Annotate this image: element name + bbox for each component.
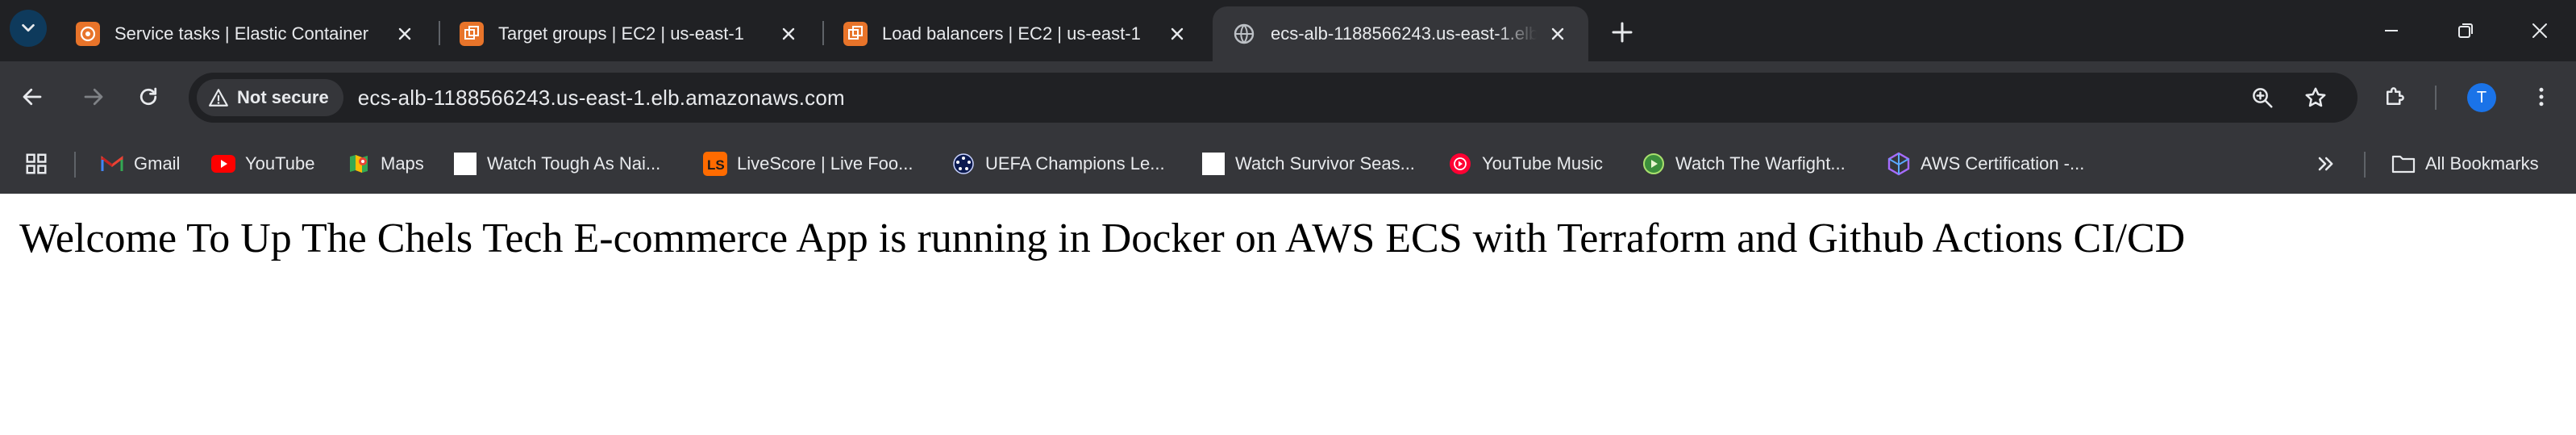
bookmark-warfighter[interactable]: Watch The Warfight... xyxy=(1642,134,1846,194)
bookmark-uefa[interactable]: UEFA Champions Le... xyxy=(951,134,1165,194)
ec2-icon xyxy=(843,22,868,46)
bookmarks-divider xyxy=(2364,152,2366,178)
tab-title: Service tasks | Elastic Container xyxy=(114,23,369,44)
close-icon xyxy=(2532,23,2547,38)
tab-load-balancers[interactable]: Load balancers | EC2 | us-east-1 xyxy=(824,6,1208,61)
more-vertical-icon xyxy=(2539,87,2544,107)
ecs-icon xyxy=(76,22,100,46)
bookmarks-overflow-button[interactable] xyxy=(2314,134,2337,194)
youtube-icon xyxy=(211,152,235,176)
bookmark-youtube-music[interactable]: YouTube Music xyxy=(1448,134,1603,194)
reload-button[interactable] xyxy=(129,77,168,116)
page-content: Welcome To Up The Chels Tech E-commerce … xyxy=(0,194,2576,435)
play-circle-icon xyxy=(1642,152,1666,176)
forward-button[interactable] xyxy=(74,77,113,116)
security-chip-label: Not secure xyxy=(237,87,329,107)
ec2-icon xyxy=(460,22,484,46)
restore-button[interactable] xyxy=(2449,16,2482,45)
livescore-icon: LS xyxy=(703,152,727,176)
menu-button[interactable] xyxy=(2522,77,2561,116)
tab-close-button[interactable] xyxy=(777,23,800,45)
close-window-button[interactable] xyxy=(2524,16,2556,45)
page-heading: Welcome To Up The Chels Tech E-commerce … xyxy=(19,215,2186,261)
tab-close-button[interactable] xyxy=(1166,23,1188,45)
globe-icon xyxy=(1234,23,1255,44)
reload-icon xyxy=(139,87,157,106)
browser-chrome: Service tasks | Elastic Container Target… xyxy=(0,0,2576,194)
bookmark-label: Watch The Warfight... xyxy=(1675,153,1846,174)
site-security-chip[interactable]: Not secure xyxy=(197,79,343,116)
star-icon xyxy=(2305,87,2326,107)
double-chevron-right-icon xyxy=(2318,157,2333,171)
tab-strip: Service tasks | Elastic Container Target… xyxy=(0,0,2576,61)
bookmarks-divider xyxy=(74,152,76,178)
youtube-music-icon xyxy=(1448,152,1472,176)
puzzle-icon xyxy=(2387,87,2404,105)
tab-search-button[interactable] xyxy=(10,10,47,47)
chevron-down-icon xyxy=(22,23,35,32)
blank-page-icon xyxy=(1201,152,1226,176)
uefa-icon xyxy=(951,152,976,176)
apps-button[interactable] xyxy=(24,134,48,194)
svg-text:LS: LS xyxy=(707,157,725,173)
bookmark-label: YouTube Music xyxy=(1482,153,1604,174)
warning-triangle-icon xyxy=(209,89,228,107)
close-icon xyxy=(398,27,411,40)
back-button[interactable] xyxy=(13,77,52,116)
toolbar-divider xyxy=(2435,86,2437,110)
close-icon xyxy=(1171,27,1184,40)
apps-grid-icon xyxy=(26,153,47,174)
bookmark-label: Maps xyxy=(381,153,424,174)
zoom-in-icon xyxy=(2253,88,2273,108)
tab-title: Target groups | EC2 | us-east-1 xyxy=(498,23,744,44)
bookmark-livescore[interactable]: LS LiveScore | Live Foo... xyxy=(703,134,913,194)
folder-icon xyxy=(2391,152,2416,176)
toolbar: Not secure ecs-alb-1188566243.us-east-1.… xyxy=(0,61,2576,134)
arrow-right-icon xyxy=(84,88,103,106)
tab-target-groups[interactable]: Target groups | EC2 | us-east-1 xyxy=(440,6,819,61)
url-text[interactable]: ecs-alb-1188566243.us-east-1.elb.amazona… xyxy=(358,86,845,111)
aws-cert-icon xyxy=(1887,152,1911,176)
bookmark-label: Watch Tough As Nai... xyxy=(487,153,661,174)
profile-avatar[interactable]: T xyxy=(2467,83,2496,112)
bookmark-label: AWS Certification -... xyxy=(1921,153,2085,174)
maps-icon xyxy=(347,152,371,176)
tab-close-button[interactable] xyxy=(393,23,416,45)
bookmark-label: LiveScore | Live Foo... xyxy=(737,153,913,174)
bookmark-label: Watch Survivor Seas... xyxy=(1235,153,1415,174)
tab-alb-active[interactable]: ecs-alb-1188566243.us-east-1.elb.amazona… xyxy=(1213,6,1588,61)
all-bookmarks-label: All Bookmarks xyxy=(2425,153,2539,174)
close-icon xyxy=(1551,27,1564,40)
bookmark-gmail[interactable]: Gmail xyxy=(100,134,180,194)
bookmark-maps[interactable]: Maps xyxy=(347,134,424,194)
bookmark-star-button[interactable] xyxy=(2296,73,2335,123)
zoom-button[interactable] xyxy=(2243,73,2282,123)
bookmark-label: UEFA Champions Le... xyxy=(985,153,1165,174)
bookmark-youtube[interactable]: YouTube xyxy=(211,134,314,194)
close-icon xyxy=(782,27,795,40)
bookmark-label: Gmail xyxy=(134,153,181,174)
tab-title: ecs-alb-1188566243.us-east-1.elb.amazona… xyxy=(1271,23,1537,44)
gmail-icon xyxy=(100,152,124,176)
address-bar[interactable]: Not secure ecs-alb-1188566243.us-east-1.… xyxy=(189,73,2358,123)
bookmarks-bar: Gmail YouTube Maps Watch Tough As Nai...… xyxy=(0,134,2576,194)
minimize-button[interactable] xyxy=(2375,16,2407,45)
bookmark-survivor[interactable]: Watch Survivor Seas... xyxy=(1201,134,1415,194)
tab-title: Load balancers | EC2 | us-east-1 xyxy=(882,23,1141,44)
tab-service-tasks[interactable]: Service tasks | Elastic Container xyxy=(56,6,435,61)
arrow-left-icon xyxy=(23,88,42,106)
tab-close-button[interactable] xyxy=(1546,23,1569,45)
extensions-button[interactable] xyxy=(2375,77,2414,116)
new-tab-plus-icon[interactable] xyxy=(1608,18,1637,47)
restore-icon xyxy=(2458,23,2473,38)
bookmark-label: YouTube xyxy=(245,153,315,174)
bookmark-aws-certification[interactable]: AWS Certification -... xyxy=(1887,134,2084,194)
all-bookmarks-button[interactable]: All Bookmarks xyxy=(2391,134,2539,194)
minimize-icon xyxy=(2385,30,2398,31)
blank-page-icon xyxy=(453,152,477,176)
bookmark-tough-as-nails[interactable]: Watch Tough As Nai... xyxy=(453,134,660,194)
